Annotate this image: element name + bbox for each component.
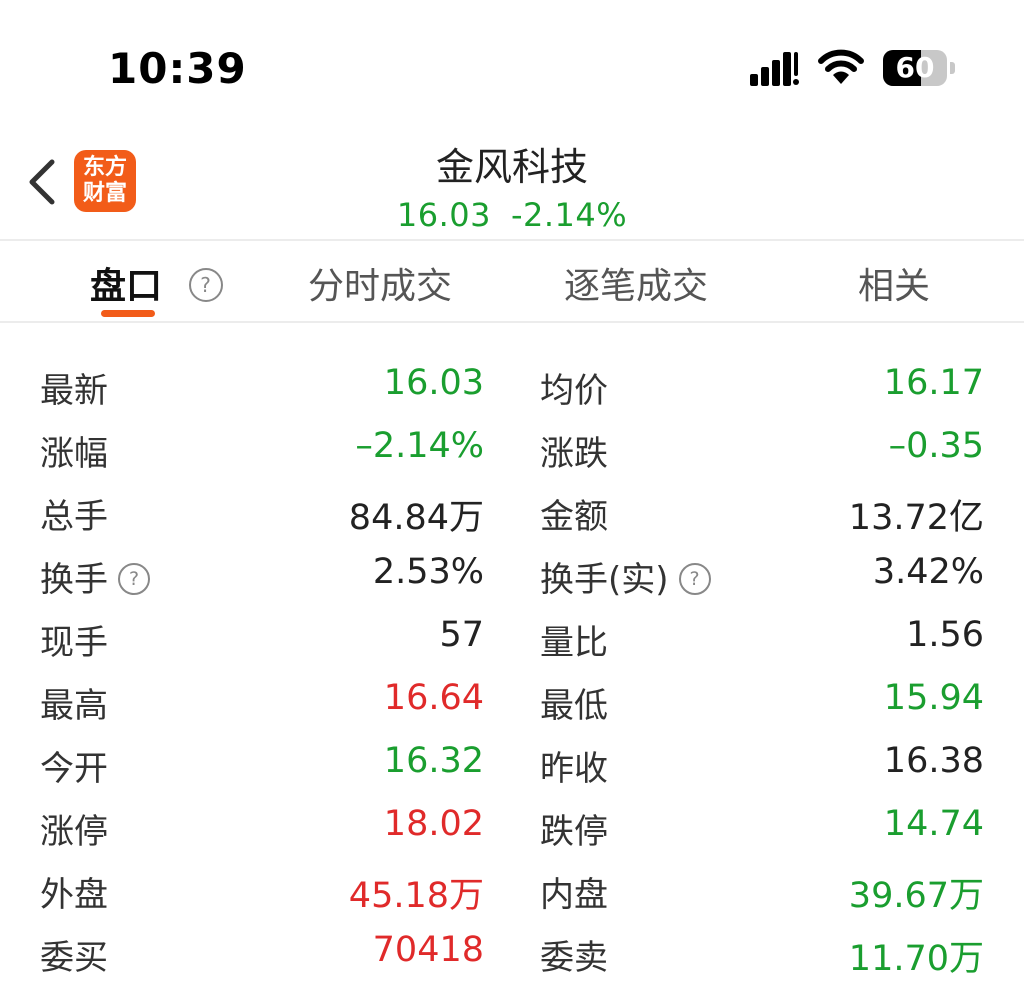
stock-price: 16.03: [396, 196, 491, 234]
stock-change-pct: -2.14%: [510, 196, 628, 234]
quote-label-text: 金额: [540, 497, 608, 537]
tab-time-trades[interactable]: 分时成交: [308, 257, 452, 309]
quote-label-text: 今开: [40, 749, 108, 789]
quote-label-text: 跌停: [540, 812, 608, 852]
active-tab-indicator: [101, 310, 155, 317]
quote-row: 最高 16.64 最低 15.94: [0, 670, 1024, 733]
quote-label: 涨停: [40, 804, 108, 853]
quote-value: 3.42%: [872, 552, 984, 592]
quote-label: 总手: [40, 489, 108, 538]
tab-tick-trades[interactable]: 逐笔成交: [564, 257, 708, 309]
quote-value: 11.70万: [848, 939, 984, 979]
quote-label-text: 涨幅: [40, 434, 108, 474]
tab-related[interactable]: 相关: [858, 257, 930, 309]
quote-label-text: 总手: [40, 497, 108, 537]
help-icon[interactable]: ?: [118, 562, 150, 595]
quote-value: 13.72亿: [848, 498, 984, 538]
quote-value: 16.17: [883, 363, 984, 403]
quote-label: 换手?: [40, 552, 150, 601]
quote-label: 外盘: [40, 867, 108, 916]
quote-label: 今开: [40, 741, 108, 790]
tab-label: 盘口: [90, 266, 163, 307]
battery-level-text: 60: [895, 51, 935, 84]
tab-bar: 盘口 ? 分时成交 逐笔成交 相关: [0, 241, 1024, 321]
quote-label-text: 均价: [540, 371, 608, 411]
quote-row: 今开 16.32 昨收 16.38: [0, 733, 1024, 796]
quote-value: 70418: [372, 930, 484, 970]
quote-row: 委买 70418 委卖 11.70万: [0, 922, 1024, 985]
quote-value: 16.64: [383, 678, 484, 718]
stock-name: 金风科技: [435, 145, 588, 189]
quote-row: 总手 84.84万 金额 13.72亿: [0, 481, 1024, 544]
quote-value: 84.84万: [348, 498, 484, 538]
quote-label-text: 委买: [40, 938, 108, 978]
quote-label-text: 最低: [540, 686, 608, 726]
quote-label-text: 换手(实): [540, 560, 669, 600]
quote-value: 2.53%: [372, 552, 484, 592]
tab-pankou[interactable]: 盘口 ?: [90, 257, 223, 309]
wifi-icon: [818, 49, 864, 84]
battery-cap: [950, 62, 955, 74]
quote-label-text: 内盘: [540, 875, 608, 915]
battery-icon: 60: [883, 50, 947, 86]
quote-label: 内盘: [540, 867, 608, 916]
quote-label: 昨收: [540, 741, 608, 790]
quote-value: 1.56: [906, 615, 984, 655]
help-icon[interactable]: ?: [678, 562, 711, 595]
quote-label-text: 委卖: [540, 938, 608, 978]
quote-row: 最新 16.03 均价 16.17: [0, 355, 1024, 418]
quote-label: 最高: [40, 678, 108, 727]
quote-label: 委卖: [540, 930, 608, 979]
quote-label: 最低: [540, 678, 608, 727]
quote-label: 跌停: [540, 804, 608, 853]
quote-value: –0.35: [888, 426, 984, 466]
quote-value: 18.02: [383, 804, 484, 844]
quote-value: 16.38: [883, 741, 984, 781]
quote-label: 均价: [540, 363, 608, 412]
quote-row: 涨幅 –2.14% 涨跌 –0.35: [0, 418, 1024, 481]
quote-label-text: 量比: [540, 623, 608, 663]
quote-label: 金额: [540, 489, 608, 538]
quote-value: 14.74: [883, 804, 984, 844]
quote-label-text: 最新: [40, 371, 108, 411]
quote-label-text: 外盘: [40, 875, 108, 915]
quote-label: 委买: [40, 930, 108, 979]
quote-label: 最新: [40, 363, 108, 412]
quote-value: 16.32: [383, 741, 484, 781]
quote-label-text: 涨跌: [540, 434, 608, 474]
quote-label-text: 换手: [40, 560, 108, 600]
quote-label: 涨跌: [540, 426, 608, 475]
quote-label: 换手(实)?: [540, 552, 711, 601]
stock-quote: 16.03 -2.14%: [0, 196, 1024, 234]
quote-value: 45.18万: [348, 876, 484, 916]
quote-value: 57: [439, 615, 484, 655]
quote-label-text: 涨停: [40, 812, 108, 852]
quote-label-text: 现手: [40, 623, 108, 663]
status-time: 10:39: [108, 44, 247, 93]
quote-label: 现手: [40, 615, 108, 664]
quote-label-text: 昨收: [540, 749, 608, 789]
quote-value: 15.94: [883, 678, 984, 718]
quote-row: 换手? 2.53% 换手(实)? 3.42%: [0, 544, 1024, 607]
status-bar: 10:39 60: [0, 0, 1024, 120]
header: 东方 财富 金风科技 16.03 -2.14%: [0, 120, 1024, 240]
quote-value: 16.03: [383, 363, 484, 403]
partial-row: [0, 987, 1024, 1007]
quote-row: 现手 57 量比 1.56: [0, 607, 1024, 670]
help-icon[interactable]: ?: [188, 268, 223, 302]
quote-value: –2.14%: [355, 426, 484, 466]
quote-label: 量比: [540, 615, 608, 664]
divider: [0, 321, 1024, 323]
quote-row: 涨停 18.02 跌停 14.74: [0, 796, 1024, 859]
quote-label-text: 最高: [40, 686, 108, 726]
quote-row: 外盘 45.18万 内盘 39.67万: [0, 859, 1024, 922]
quote-label: 涨幅: [40, 426, 108, 475]
quote-value: 39.67万: [848, 876, 984, 916]
cellular-signal-icon: [750, 52, 799, 86]
